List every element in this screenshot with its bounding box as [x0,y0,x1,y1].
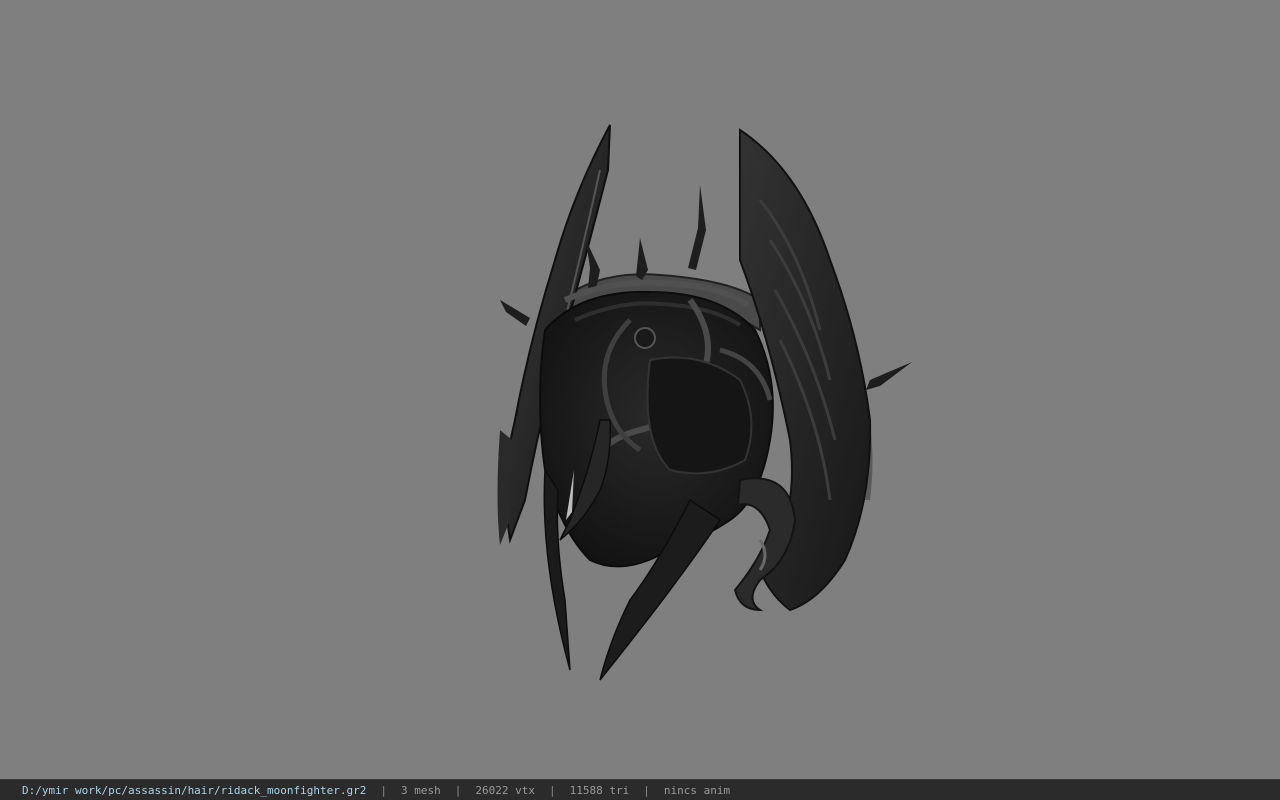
helmet-model-icon[interactable] [0,0,1280,779]
status-bar: D:/ymir work/pc/assassin/hair/ridack_moo… [0,779,1280,800]
separator: | [454,783,462,797]
mesh-count-label: 3 mesh [401,783,441,797]
3d-viewport[interactable] [0,0,1280,779]
separator: | [548,783,556,797]
animation-status-label: nincs anim [663,783,731,797]
separator: | [380,783,387,797]
file-path-label: D:/ymir work/pc/assassin/hair/ridack_moo… [22,783,367,797]
vertex-count-label: 26022 vtx [475,783,535,797]
separator: | [643,783,650,797]
triangle-count-label: 11588 tri [569,783,630,797]
